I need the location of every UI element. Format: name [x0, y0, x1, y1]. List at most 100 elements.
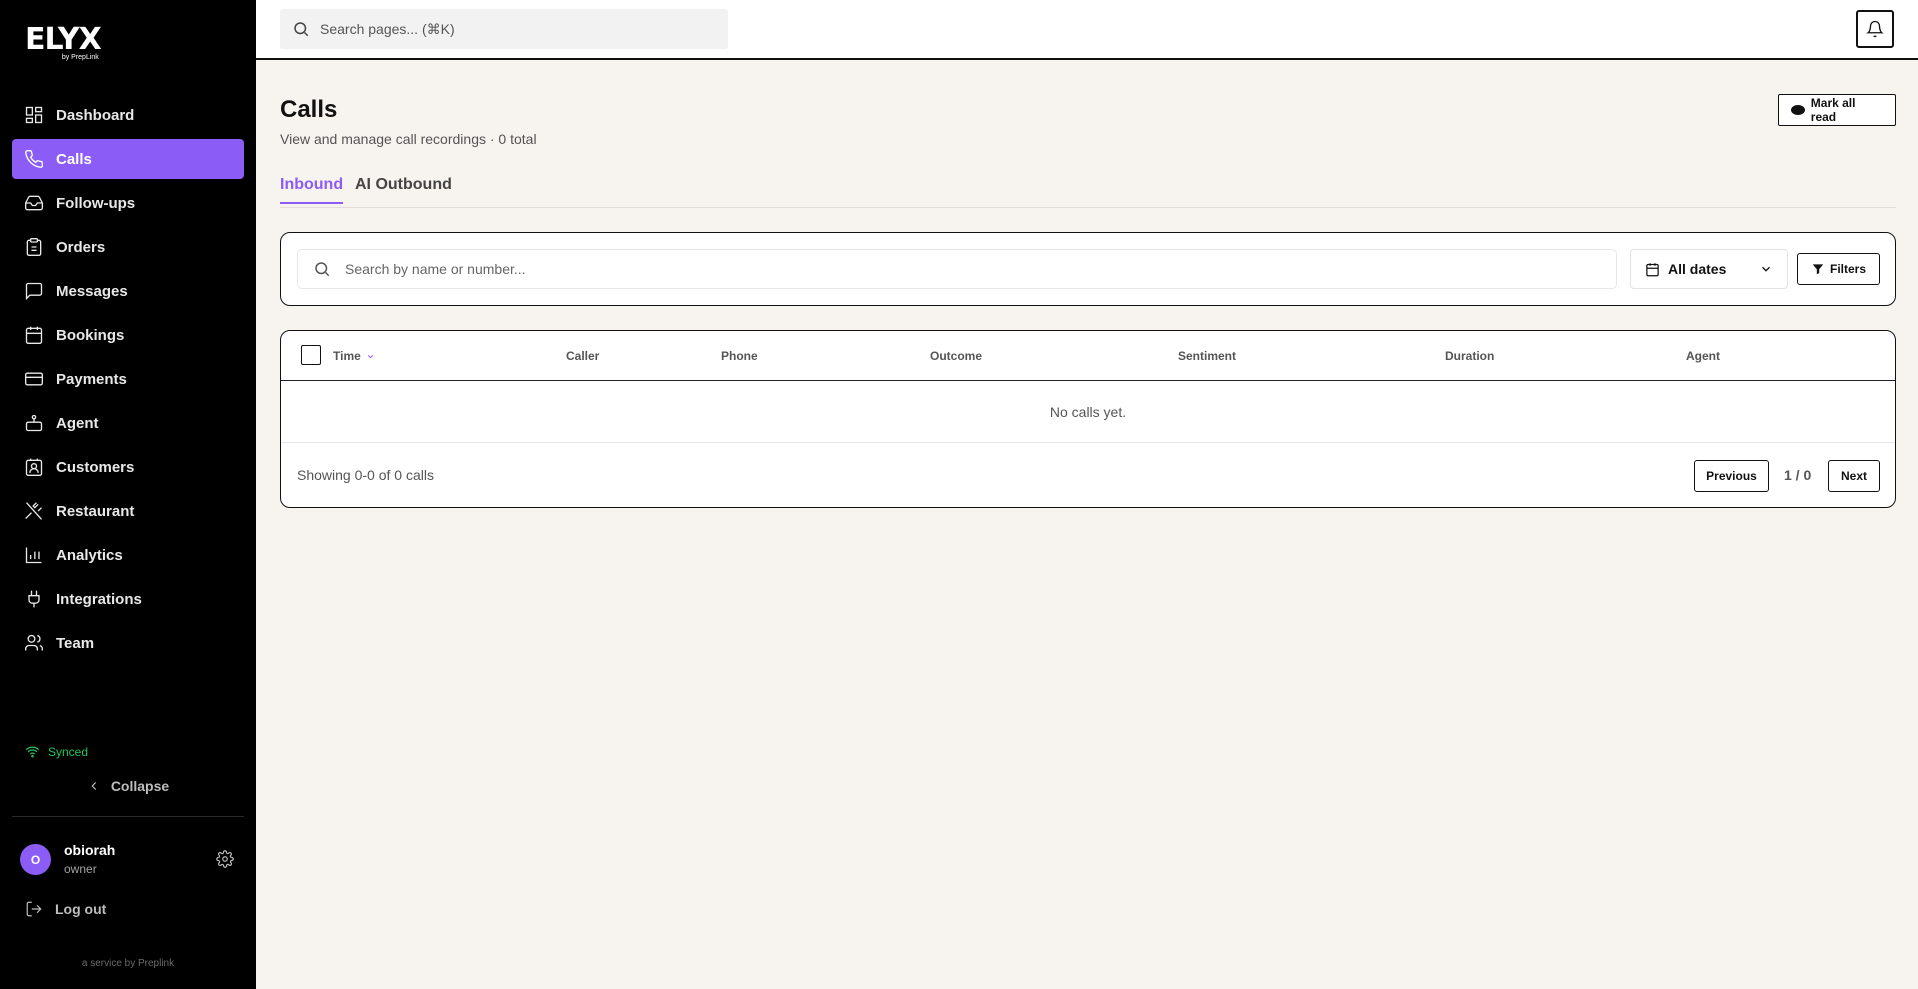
search-icon	[315, 262, 330, 277]
sidebar-item-agent[interactable]: Agent	[12, 403, 244, 443]
plug-icon	[28, 590, 40, 608]
date-range-select[interactable]: All dates	[1630, 249, 1788, 289]
wifi-icon	[25, 746, 40, 758]
sidebar-item-label: Dashboard	[56, 106, 135, 124]
sidebar-item-restaurant[interactable]: Restaurant	[12, 491, 244, 531]
tab-inbound[interactable]: Inbound	[280, 176, 344, 204]
collapse-button[interactable]: Collapse	[0, 778, 256, 794]
column-header-duration: Duration	[1445, 349, 1495, 363]
gear-icon[interactable]	[216, 850, 234, 868]
empty-state: No calls yet.	[281, 381, 1895, 443]
logout-icon	[26, 901, 42, 917]
sidebar-item-team[interactable]: Team	[12, 623, 244, 663]
mark-all-read-label: Mark all read	[1810, 96, 1856, 124]
phone-icon	[25, 149, 44, 168]
sidebar-item-customers[interactable]: Customers	[12, 447, 244, 487]
filter-bar: All dates Filters	[280, 232, 1896, 306]
sidebar-item-label: Follow-ups	[56, 194, 136, 212]
service-credit: a service by Preplink	[81, 958, 175, 969]
page-indicator: 1 / 0	[1784, 467, 1812, 483]
call-search[interactable]	[297, 249, 1617, 289]
credit-card-icon	[25, 372, 43, 386]
inbox-icon	[25, 195, 43, 211]
mark-all-read-button[interactable]: Mark all read	[1778, 94, 1896, 126]
sync-status: Synced	[25, 744, 88, 759]
bot-icon	[25, 414, 43, 432]
pagination-summary: Showing 0-0 of 0 calls	[297, 467, 434, 483]
dashboard-icon	[25, 106, 43, 124]
page-subtitle: View and manage call recordings · 0 tota…	[280, 131, 537, 147]
sidebar-item-label: Analytics	[56, 546, 123, 564]
topbar	[256, 0, 1918, 60]
column-header-label: Time	[333, 349, 361, 363]
sidebar-item-label: Messages	[56, 282, 128, 300]
tab-ai-outbound[interactable]: AI Outbound	[355, 176, 452, 202]
utensils-icon	[25, 502, 42, 520]
tabs: Inbound AI Outbound	[280, 176, 1896, 208]
user-role: owner	[64, 862, 97, 876]
next-button[interactable]: Next	[1828, 460, 1880, 492]
table-footer: Showing 0-0 of 0 calls Previous 1 / 0 Ne…	[281, 443, 1895, 507]
contact-icon	[25, 458, 43, 476]
sidebar: ELYX by PrepLink Dashboard Calls Follow-…	[0, 0, 256, 989]
logout-label: Log out	[55, 901, 107, 917]
avatar: O	[20, 844, 51, 875]
sidebar-item-analytics[interactable]: Analytics	[12, 535, 244, 575]
sidebar-divider	[12, 816, 244, 817]
date-range-value: All dates	[1668, 261, 1727, 277]
column-header-sentiment: Sentiment	[1178, 349, 1237, 363]
table-header: Time Caller Phone Outcome Sentiment Dura…	[281, 331, 1895, 381]
calendar-icon	[1646, 262, 1659, 276]
filter-icon	[1812, 264, 1824, 275]
clipboard-icon	[26, 238, 42, 256]
users-icon	[25, 634, 44, 651]
select-all-checkbox[interactable]	[301, 345, 321, 365]
column-header-agent: Agent	[1686, 349, 1720, 363]
search-icon	[294, 22, 309, 37]
sort-chevron-icon	[367, 354, 373, 358]
sidebar-nav: Dashboard Calls Follow-ups Orders Messag…	[12, 95, 244, 667]
user-name: obiorah	[64, 842, 116, 858]
eye-icon	[1791, 105, 1805, 115]
calendar-icon	[25, 326, 43, 344]
filters-button[interactable]: Filters	[1797, 253, 1880, 285]
sidebar-item-payments[interactable]: Payments	[12, 359, 244, 399]
page-search[interactable]	[280, 9, 728, 49]
bell-icon	[1866, 20, 1884, 38]
column-header-outcome: Outcome	[930, 349, 983, 363]
chevron-down-icon	[1762, 266, 1770, 272]
sidebar-item-label: Calls	[56, 150, 92, 168]
page-title: Calls	[280, 96, 338, 123]
sidebar-item-label: Bookings	[56, 326, 125, 344]
sidebar-item-label: Restaurant	[56, 502, 135, 520]
message-icon	[25, 282, 43, 301]
logout-button[interactable]: Log out	[25, 900, 106, 918]
chevron-left-icon	[91, 782, 96, 790]
sidebar-item-bookings[interactable]: Bookings	[12, 315, 244, 355]
page-search-input[interactable]	[320, 21, 700, 37]
sidebar-item-calls[interactable]: Calls	[12, 139, 244, 179]
logo[interactable]: ELYX by PrepLink	[25, 22, 102, 62]
filters-label: Filters	[1829, 262, 1866, 276]
sidebar-item-messages[interactable]: Messages	[12, 271, 244, 311]
column-header-time[interactable]: Time	[333, 349, 375, 363]
previous-button[interactable]: Previous	[1694, 460, 1769, 492]
logo-wordmark: ELYX	[25, 22, 102, 57]
sidebar-item-label: Team	[56, 634, 95, 652]
sync-status-label: Synced	[48, 744, 89, 759]
sidebar-item-follow-ups[interactable]: Follow-ups	[12, 183, 244, 223]
user-profile[interactable]: O obiorah owner	[20, 840, 240, 880]
notifications-button[interactable]	[1856, 10, 1894, 48]
sidebar-item-label: Customers	[56, 458, 135, 476]
collapse-label: Collapse	[110, 778, 170, 794]
sidebar-item-dashboard[interactable]: Dashboard	[12, 95, 244, 135]
sidebar-item-label: Orders	[56, 238, 106, 256]
column-header-phone: Phone	[721, 349, 758, 363]
sidebar-item-integrations[interactable]: Integrations	[12, 579, 244, 619]
sidebar-item-label: Integrations	[56, 590, 142, 608]
calls-table: Time Caller Phone Outcome Sentiment Dura…	[280, 330, 1896, 508]
sidebar-item-orders[interactable]: Orders	[12, 227, 244, 267]
call-search-input[interactable]	[345, 261, 1545, 277]
sidebar-item-label: Payments	[56, 370, 127, 388]
column-header-caller: Caller	[566, 349, 600, 363]
